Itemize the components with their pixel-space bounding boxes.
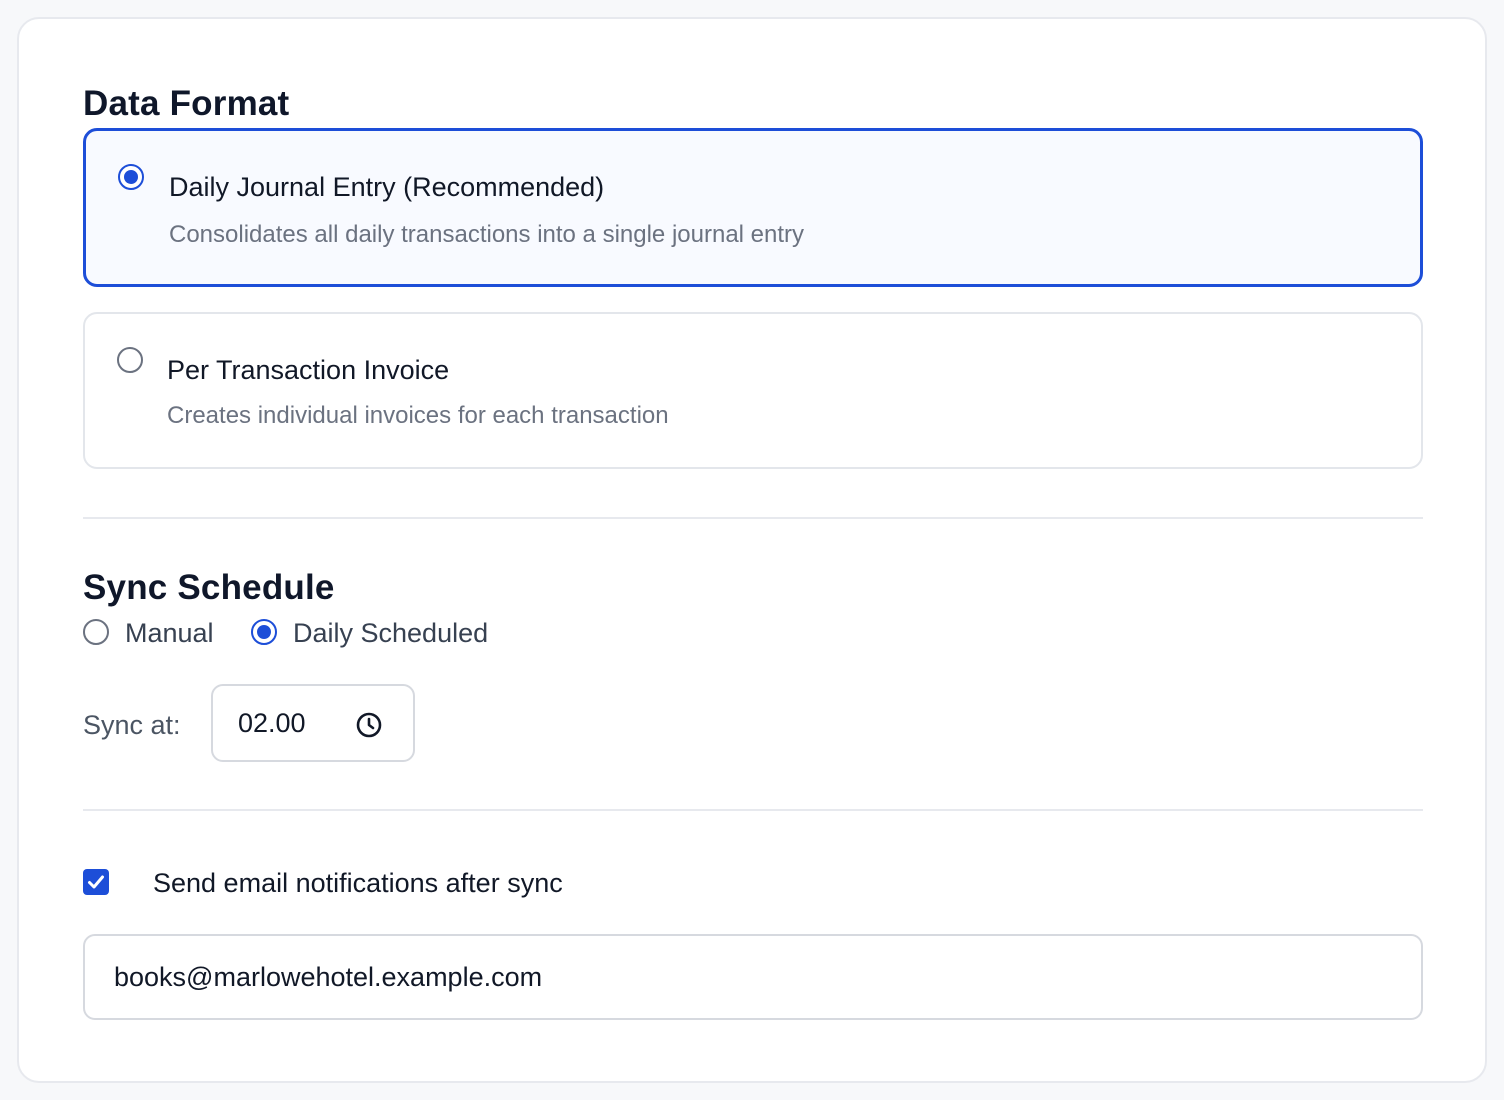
sync-schedule-title: Sync Schedule bbox=[83, 568, 335, 607]
daily-journal-title: Daily Journal Entry (Recommended) bbox=[169, 172, 605, 202]
email-notifications-label[interactable]: Send email notifications after sync bbox=[153, 870, 563, 897]
settings-card: Data Format Daily Journal Entry (Recomme… bbox=[17, 17, 1487, 1083]
option-per-transaction-invoice[interactable]: Per Transaction Invoice Creates individu… bbox=[83, 312, 1423, 469]
daily-scheduled-radio[interactable] bbox=[251, 619, 277, 645]
clock-icon[interactable] bbox=[355, 711, 383, 739]
section-divider bbox=[83, 809, 1423, 811]
manual-label[interactable]: Manual bbox=[125, 620, 214, 647]
sync-at-label: Sync at: bbox=[83, 710, 181, 740]
data-format-title: Data Format bbox=[83, 84, 290, 123]
daily-journal-description: Consolidates all daily transactions into… bbox=[169, 221, 805, 248]
per-transaction-title: Per Transaction Invoice bbox=[167, 355, 450, 385]
daily-journal-radio[interactable] bbox=[118, 164, 144, 190]
manual-radio[interactable] bbox=[83, 619, 109, 645]
checkmark-icon bbox=[88, 875, 104, 889]
per-transaction-description: Creates individual invoices for each tra… bbox=[167, 402, 669, 429]
sync-time-value: 02.00 bbox=[238, 708, 306, 738]
notification-email-input[interactable] bbox=[83, 934, 1423, 1020]
daily-scheduled-label[interactable]: Daily Scheduled bbox=[293, 620, 488, 647]
option-daily-journal-entry[interactable]: Daily Journal Entry (Recommended) Consol… bbox=[83, 128, 1423, 287]
email-notifications-checkbox[interactable] bbox=[83, 869, 109, 895]
sync-time-input[interactable]: 02.00 bbox=[211, 684, 415, 762]
per-transaction-radio[interactable] bbox=[117, 347, 143, 373]
section-divider bbox=[83, 517, 1423, 519]
